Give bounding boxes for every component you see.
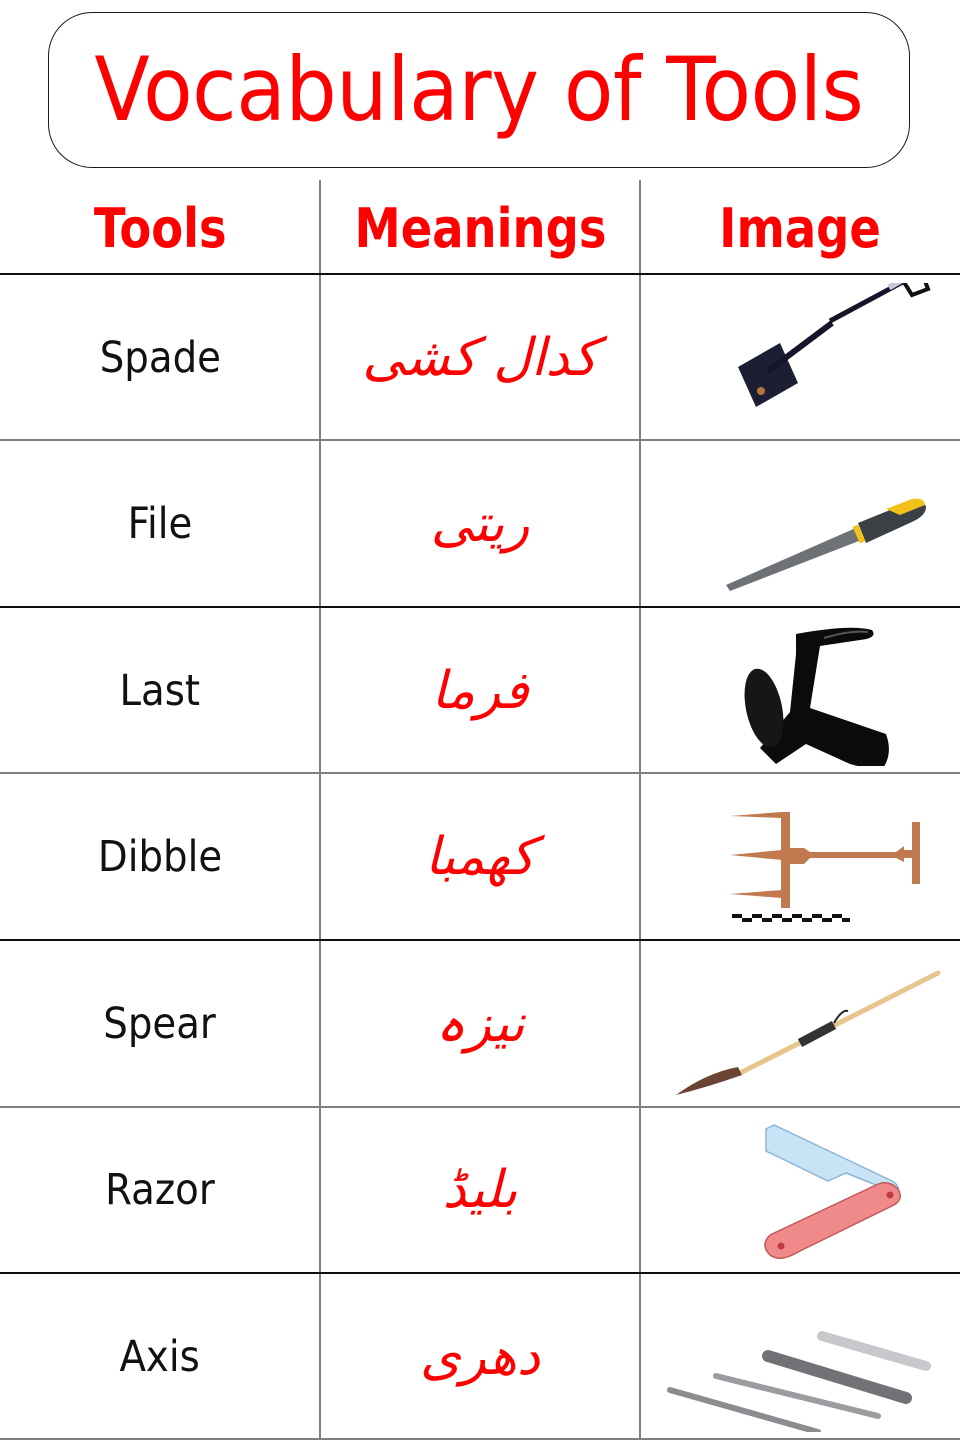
spade-image [650,283,950,433]
tool-term: File [127,499,193,549]
tool-term: Last [119,666,201,716]
urdu-meaning: کھمبا [424,827,536,887]
shoe-last-image [650,616,950,766]
column-header-meanings: Meanings [354,196,606,260]
title-box: Vocabulary of Tools [48,12,910,168]
column-header-tools: Tools [93,196,227,260]
spear-image [650,949,950,1099]
table-row: Axis دھری [0,1274,960,1440]
table-row: Razor بلیڈ [0,1107,960,1273]
urdu-meaning: کدال کشی [362,328,598,388]
table-row: Spade کدال کشی [0,275,960,441]
table-row: Dibble کھمبا [0,774,960,940]
dibble-image [650,782,950,932]
urdu-meaning: دھری [420,1327,540,1387]
urdu-meaning: نیزہ [435,994,525,1054]
tool-term: Axis [119,1332,201,1382]
urdu-meaning: بلیڈ [442,1160,518,1220]
column-header-image: Image [719,196,881,260]
tool-term: Spade [99,333,221,383]
table-row: File ریتی [0,441,960,607]
page-title: Vocabulary of Tools [94,38,864,141]
file-image [650,449,950,599]
table-row: Spear نیزہ [0,941,960,1107]
urdu-meaning: فرما [431,661,529,721]
table-row: Last فرما [0,608,960,774]
tool-term: Dibble [97,832,223,882]
razor-image [650,1115,950,1265]
tool-term: Spear [103,999,217,1049]
drill-bits-image [650,1282,950,1432]
urdu-meaning: ریتی [430,494,530,554]
tool-term: Razor [105,1165,215,1215]
